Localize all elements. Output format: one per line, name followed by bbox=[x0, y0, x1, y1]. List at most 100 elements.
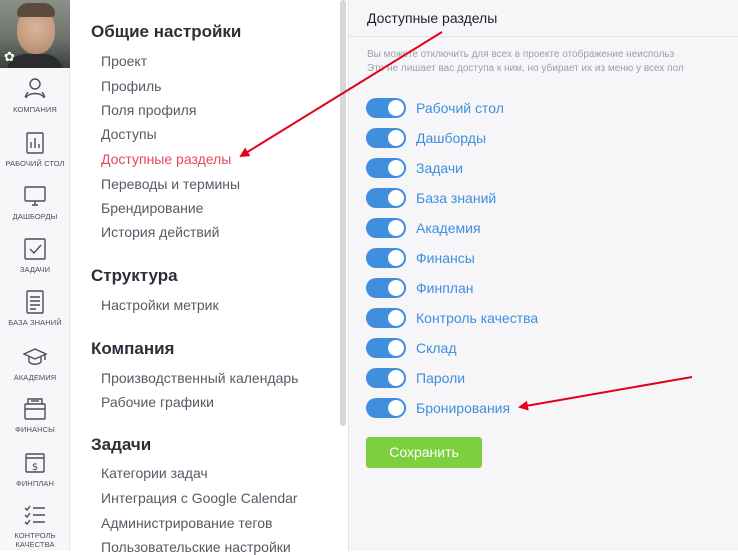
section-heading-company: Компания bbox=[91, 339, 175, 358]
toggle-knob bbox=[388, 220, 404, 236]
title-divider bbox=[349, 36, 738, 37]
description-line-2: Это не лишает вас доступа к ним, но убир… bbox=[367, 63, 684, 74]
nav-item-available-sections[interactable]: Доступные разделы bbox=[101, 151, 231, 167]
toggle-row-knowledge-base[interactable]: База знаний bbox=[366, 188, 496, 208]
toggle-switch[interactable] bbox=[366, 128, 406, 148]
toggle-knob bbox=[388, 370, 404, 386]
toggle-label[interactable]: База знаний bbox=[416, 190, 496, 206]
nav-scrollbar[interactable] bbox=[340, 0, 346, 426]
save-button[interactable]: Сохранить bbox=[366, 437, 482, 468]
rail-label-desktop: РАБОЧИЙ СТОЛ bbox=[5, 159, 65, 168]
left-rail: ✿ КОМПАНИЯ РАБОЧИЙ СТОЛ ДАШБОРДЫ ЗАДАЧИ … bbox=[0, 0, 70, 551]
rail-item-knowledge-base[interactable]: БАЗА ЗНАНИЙ bbox=[0, 289, 70, 327]
section-heading-tasks: Задачи bbox=[91, 435, 152, 454]
rail-item-desktop[interactable]: РАБОЧИЙ СТОЛ bbox=[0, 130, 70, 168]
avatar[interactable]: ✿ bbox=[0, 0, 70, 68]
rail-item-company[interactable]: КОМПАНИЯ bbox=[0, 76, 70, 114]
toggle-row-desktop[interactable]: Рабочий стол bbox=[366, 98, 504, 118]
section-heading-structure: Структура bbox=[91, 266, 178, 285]
toggle-switch[interactable] bbox=[366, 338, 406, 358]
content-panel: Доступные разделы Вы можете отключить дл… bbox=[348, 0, 738, 551]
toggle-knob bbox=[388, 130, 404, 146]
nav-item-tag-admin[interactable]: Администрирование тегов bbox=[101, 515, 272, 531]
monitor-icon bbox=[24, 186, 46, 206]
rail-item-finance[interactable]: ФИНАНСЫ bbox=[0, 396, 70, 434]
nav-item-history[interactable]: История действий bbox=[101, 224, 219, 240]
toggle-label[interactable]: Финплан bbox=[416, 280, 473, 296]
rail-label-dashboards: ДАШБОРДЫ bbox=[12, 212, 58, 221]
toggle-row-warehouse[interactable]: Склад bbox=[366, 338, 457, 358]
toggle-switch[interactable] bbox=[366, 158, 406, 178]
toggle-switch[interactable] bbox=[366, 248, 406, 268]
rail-item-quality-control[interactable]: КОНТРОЛЬ КАЧЕСТВА bbox=[0, 502, 70, 549]
nav-item-google-calendar[interactable]: Интеграция с Google Calendar bbox=[101, 490, 298, 506]
toggle-label[interactable]: Задачи bbox=[416, 160, 463, 176]
toggle-row-finplan[interactable]: Финплан bbox=[366, 278, 473, 298]
nav-item-translations[interactable]: Переводы и термины bbox=[101, 176, 240, 192]
toggle-label[interactable]: Бронирования bbox=[416, 400, 510, 416]
toggle-knob bbox=[388, 190, 404, 206]
graduation-cap-icon bbox=[22, 348, 48, 365]
nav-item-profile[interactable]: Профиль bbox=[101, 78, 161, 94]
toggle-row-quality-control[interactable]: Контроль качества bbox=[366, 308, 538, 328]
nav-item-project[interactable]: Проект bbox=[101, 53, 147, 69]
company-icon bbox=[24, 78, 46, 99]
checklist-icon bbox=[24, 505, 45, 526]
nav-item-user-settings[interactable]: Пользовательские настройки bbox=[101, 539, 291, 555]
toggle-label[interactable]: Финансы bbox=[416, 250, 475, 266]
toggle-row-tasks[interactable]: Задачи bbox=[366, 158, 463, 178]
nav-item-access[interactable]: Доступы bbox=[101, 126, 157, 142]
toggle-switch[interactable] bbox=[366, 98, 406, 118]
toggle-switch[interactable] bbox=[366, 218, 406, 238]
desktop-icon bbox=[26, 132, 44, 154]
rail-label-knowledge-base: БАЗА ЗНАНИЙ bbox=[8, 318, 62, 327]
dollar-icon: $ bbox=[25, 453, 45, 473]
toggle-label[interactable]: Контроль качества bbox=[416, 310, 538, 326]
toggle-switch[interactable] bbox=[366, 188, 406, 208]
description: Вы можете отключить для всех в проекте о… bbox=[367, 48, 738, 76]
avatar-hair bbox=[17, 3, 55, 17]
nav-item-production-calendar[interactable]: Производственный календарь bbox=[101, 370, 298, 386]
toggle-switch[interactable] bbox=[366, 308, 406, 328]
description-line-1: Вы можете отключить для всех в проекте о… bbox=[367, 49, 675, 60]
nav-item-branding[interactable]: Брендирование bbox=[101, 200, 203, 216]
nav-item-metric-settings[interactable]: Настройки метрик bbox=[101, 297, 219, 313]
toggle-knob bbox=[388, 310, 404, 326]
toggle-row-booking[interactable]: Бронирования bbox=[366, 398, 510, 418]
wallet-icon bbox=[24, 398, 46, 420]
toggle-row-passwords[interactable]: Пароли bbox=[366, 368, 465, 388]
toggle-knob bbox=[388, 340, 404, 356]
gear-icon[interactable]: ✿ bbox=[4, 50, 18, 64]
toggle-knob bbox=[388, 250, 404, 266]
toggle-switch[interactable] bbox=[366, 368, 406, 388]
settings-nav: Общие настройки Проект Профиль Поля проф… bbox=[71, 0, 348, 555]
toggle-row-finance[interactable]: Финансы bbox=[366, 248, 475, 268]
rail-item-academy[interactable]: АКАДЕМИЯ bbox=[0, 344, 70, 382]
rail-label-tasks: ЗАДАЧИ bbox=[19, 265, 51, 274]
toggle-label[interactable]: Дашборды bbox=[416, 130, 486, 146]
rail-item-tasks[interactable]: ЗАДАЧИ bbox=[0, 236, 70, 274]
toggle-row-academy[interactable]: Академия bbox=[366, 218, 481, 238]
toggle-label[interactable]: Рабочий стол bbox=[416, 100, 504, 116]
toggle-knob bbox=[388, 160, 404, 176]
rail-label-quality-control: КОНТРОЛЬ КАЧЕСТВА bbox=[14, 531, 56, 549]
rail-item-finplan[interactable]: $ ФИНПЛАН bbox=[0, 450, 70, 488]
toggle-knob bbox=[388, 280, 404, 296]
checkbox-icon bbox=[24, 238, 46, 260]
toggle-label[interactable]: Академия bbox=[416, 220, 481, 236]
toggle-switch[interactable] bbox=[366, 398, 406, 418]
rail-label-finplan: ФИНПЛАН bbox=[16, 479, 54, 488]
nav-item-task-categories[interactable]: Категории задач bbox=[101, 465, 208, 481]
toggle-row-dashboards[interactable]: Дашборды bbox=[366, 128, 486, 148]
page-title: Доступные разделы bbox=[367, 10, 498, 26]
toggle-switch[interactable] bbox=[366, 278, 406, 298]
section-heading-general: Общие настройки bbox=[91, 22, 242, 41]
rail-label-company: КОМПАНИЯ bbox=[13, 105, 57, 114]
rail-label-academy: АКАДЕМИЯ bbox=[13, 373, 57, 382]
rail-item-dashboards[interactable]: ДАШБОРДЫ bbox=[0, 183, 70, 221]
nav-item-work-schedules[interactable]: Рабочие графики bbox=[101, 394, 214, 410]
toggle-label[interactable]: Пароли bbox=[416, 370, 465, 386]
nav-item-profile-fields[interactable]: Поля профиля bbox=[101, 102, 196, 118]
toggle-label[interactable]: Склад bbox=[416, 340, 457, 356]
toggle-knob bbox=[388, 400, 404, 416]
